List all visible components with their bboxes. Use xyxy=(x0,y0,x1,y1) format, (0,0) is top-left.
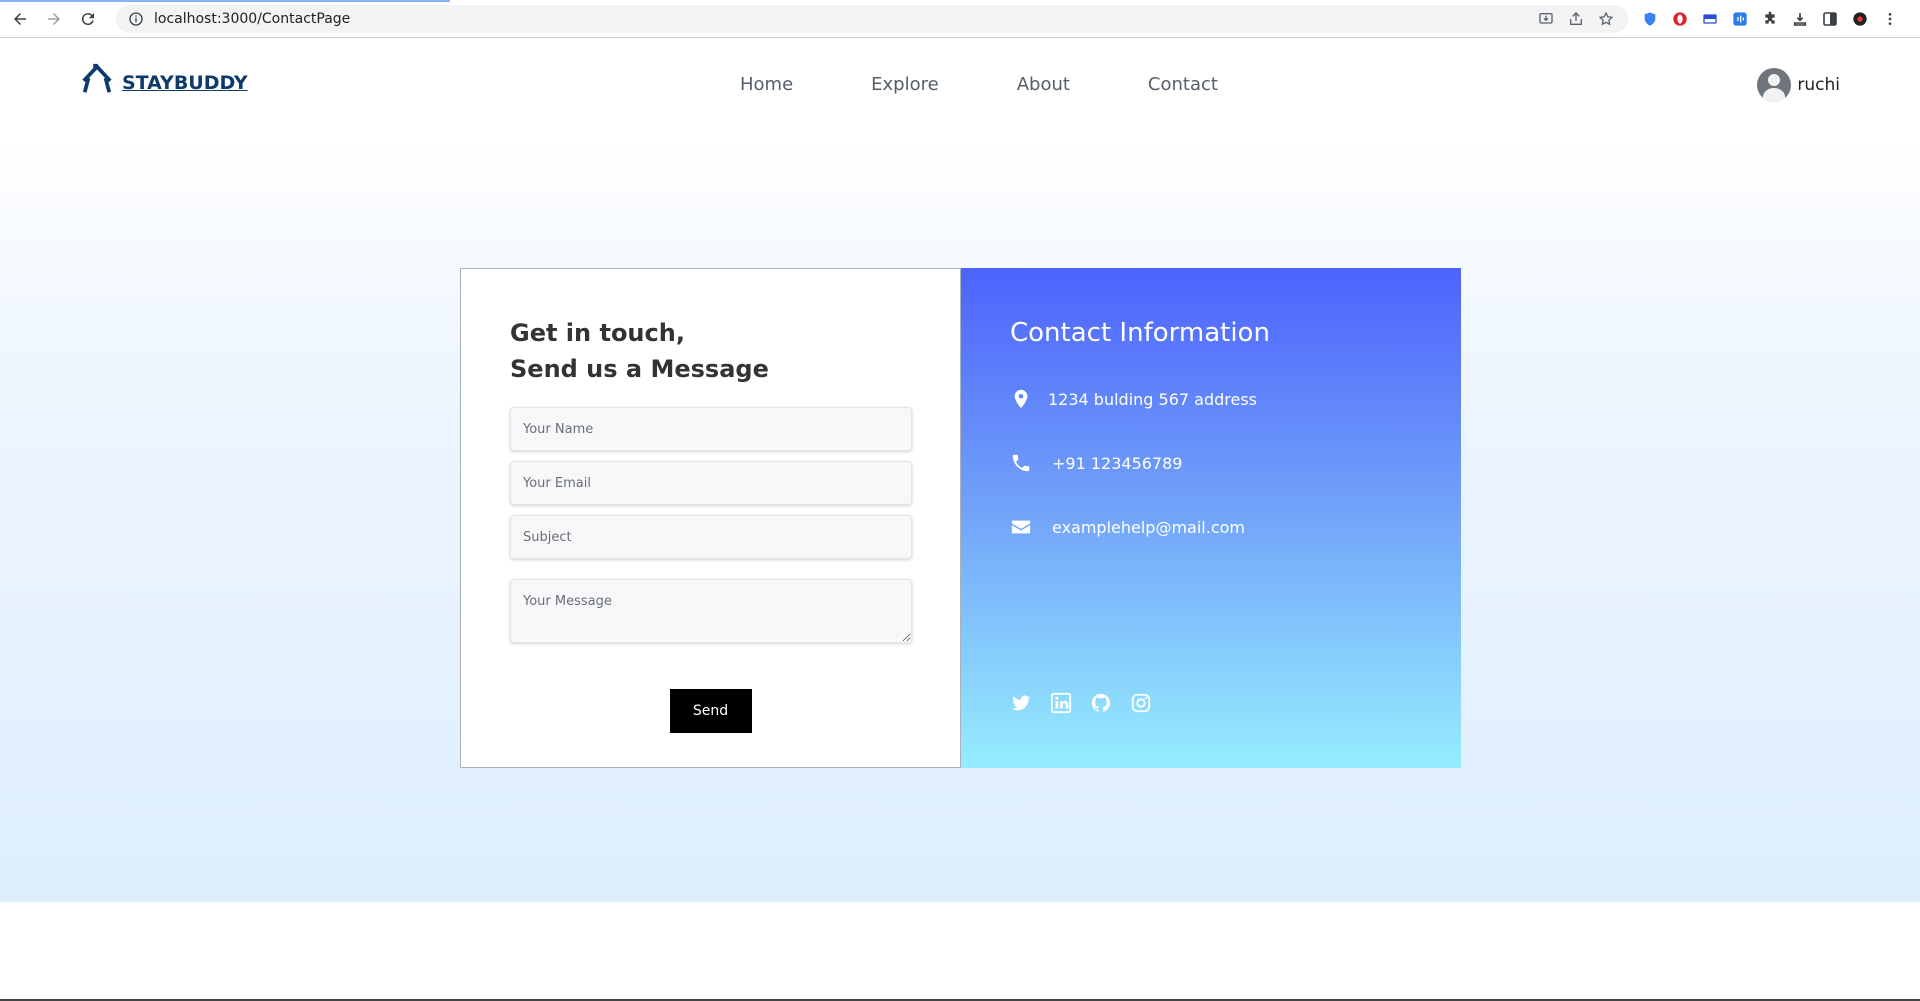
address-text: 1234 bulding 567 address xyxy=(1048,389,1258,409)
nav-about[interactable]: About xyxy=(1017,74,1070,95)
nav-contact[interactable]: Contact xyxy=(1148,74,1218,95)
reload-icon xyxy=(81,12,94,25)
back-arrow-icon xyxy=(14,12,26,25)
browser-toolbar: localhost:3000/ContactPage xyxy=(0,0,1920,38)
back-button[interactable] xyxy=(6,5,34,33)
address-row: 1234 bulding 567 address xyxy=(1010,388,1412,410)
logo[interactable]: STAYBUDDY xyxy=(80,62,248,96)
github-icon[interactable] xyxy=(1090,692,1112,714)
opera-extension-icon[interactable] xyxy=(1672,11,1688,27)
profile-icon[interactable] xyxy=(1852,11,1868,27)
main-nav: Home Explore About Contact xyxy=(740,74,1296,95)
form-title-line-1: Get in touch, xyxy=(510,319,685,347)
site-info-icon[interactable] xyxy=(128,11,144,27)
email-input[interactable] xyxy=(510,461,912,505)
email-text: examplehelp@mail.com xyxy=(1052,517,1245,537)
user-menu[interactable]: ruchi xyxy=(1757,68,1840,102)
phone-text: +91 123456789 xyxy=(1052,453,1183,473)
contact-info-panel: Contact Information 1234 bulding 567 add… xyxy=(961,268,1461,768)
nav-explore[interactable]: Explore xyxy=(871,74,939,95)
site-header: STAYBUDDY Home Explore About Contact ruc… xyxy=(0,38,1920,134)
phone-icon xyxy=(1012,454,1030,472)
sound-extension-icon[interactable] xyxy=(1732,11,1748,27)
map-pin-icon xyxy=(1014,389,1028,409)
logo-text[interactable]: STAYBUDDY xyxy=(122,72,248,94)
linkedin-icon[interactable] xyxy=(1050,692,1072,714)
window-extension-icon[interactable] xyxy=(1702,11,1718,27)
forward-arrow-icon xyxy=(48,12,60,25)
message-textarea[interactable] xyxy=(510,579,912,643)
phone-row: +91 123456789 xyxy=(1010,452,1412,474)
install-icon[interactable] xyxy=(1538,11,1554,27)
form-title-line-2: Send us a Message xyxy=(510,355,769,383)
nav-home[interactable]: Home xyxy=(740,74,793,95)
email-row: examplehelp@mail.com xyxy=(1010,516,1412,538)
shield-extension-icon[interactable] xyxy=(1642,11,1658,27)
share-icon[interactable] xyxy=(1568,11,1584,27)
twitter-icon[interactable] xyxy=(1010,692,1032,714)
contact-card: Get in touch, Send us a Message Send Con… xyxy=(460,268,1461,768)
user-name[interactable]: ruchi xyxy=(1797,75,1840,95)
form-title: Get in touch, Send us a Message xyxy=(510,315,911,387)
browser-menu-icon[interactable] xyxy=(1882,11,1898,27)
address-bar[interactable]: localhost:3000/ContactPage xyxy=(116,4,1628,33)
house-logo-icon xyxy=(82,63,112,93)
send-button[interactable]: Send xyxy=(669,689,752,733)
envelope-icon xyxy=(1011,520,1031,534)
send-button-wrap: Send xyxy=(510,689,911,733)
name-input[interactable] xyxy=(510,407,912,451)
message-form-panel: Get in touch, Send us a Message Send xyxy=(460,268,961,768)
user-avatar-icon[interactable] xyxy=(1757,68,1792,102)
subject-input[interactable] xyxy=(510,515,912,559)
reload-button[interactable] xyxy=(74,5,102,33)
contact-info-title: Contact Information xyxy=(1010,318,1270,348)
page-footer-area xyxy=(0,902,1920,1001)
social-links xyxy=(1010,692,1152,714)
extensions-puzzle-icon[interactable] xyxy=(1762,11,1778,27)
downloads-icon[interactable] xyxy=(1792,11,1808,27)
url-text[interactable]: localhost:3000/ContactPage xyxy=(154,11,350,27)
instagram-icon[interactable] xyxy=(1130,692,1152,714)
forward-button[interactable] xyxy=(40,5,68,33)
side-panel-icon[interactable] xyxy=(1822,11,1838,27)
bookmark-star-icon[interactable] xyxy=(1598,10,1614,27)
